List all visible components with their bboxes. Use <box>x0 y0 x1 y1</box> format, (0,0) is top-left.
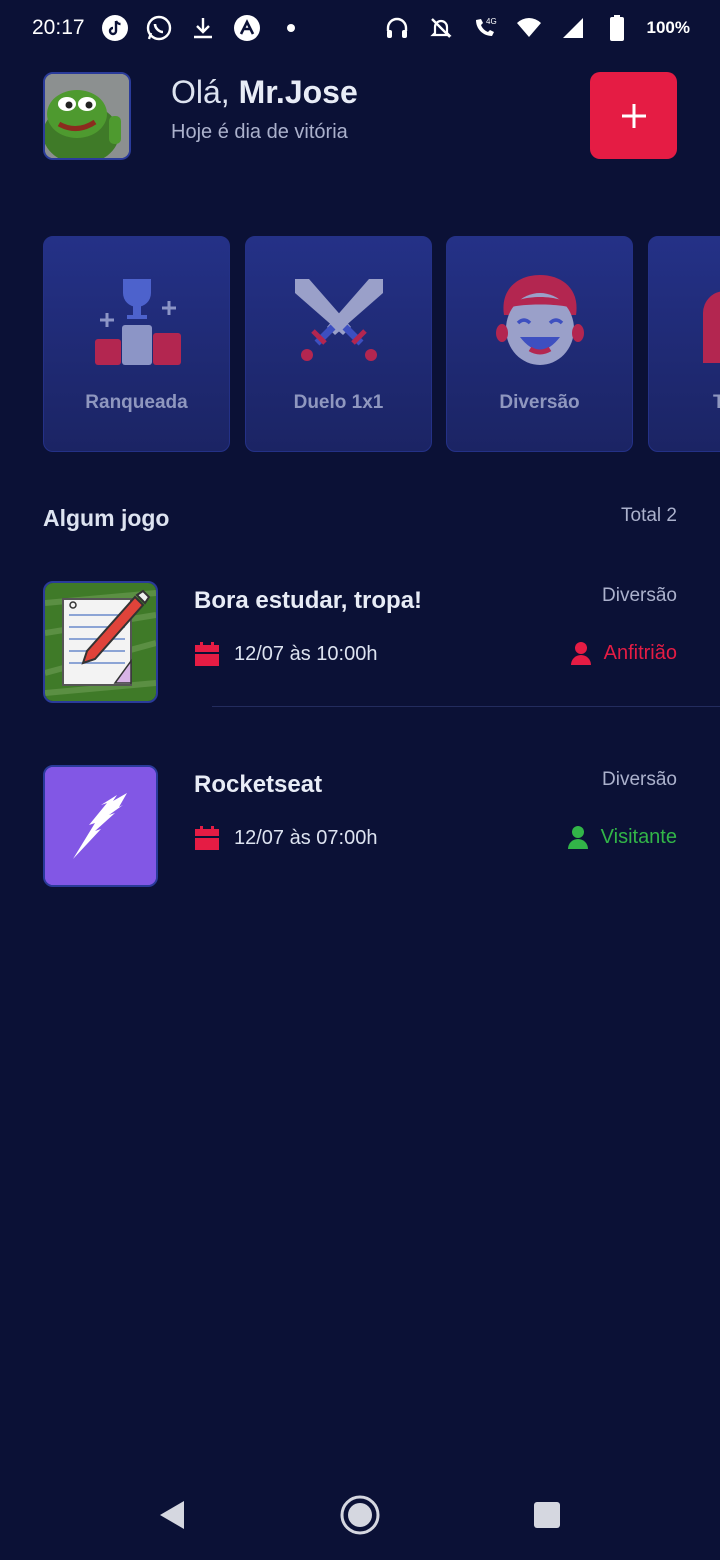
home-icon[interactable] <box>330 1485 390 1545</box>
game-date-text: 12/07 às 10:00h <box>234 642 378 665</box>
user-icon <box>570 642 591 665</box>
game-date: 12/07 às 10:00h <box>194 641 377 667</box>
category-duelo[interactable]: Duelo 1x1 <box>245 236 432 452</box>
status-time: 20:17 <box>32 16 85 39</box>
list-item[interactable]: Rocketseat Diversão 12/07 às 07:00h Visi… <box>43 765 677 887</box>
calendar-icon <box>195 826 219 850</box>
volte-icon: 4G <box>471 14 499 42</box>
category-label: T <box>713 392 720 413</box>
crossed-swords-icon <box>246 273 431 373</box>
category-ranqueada[interactable]: Ranqueada <box>43 236 230 452</box>
bell-off-icon <box>427 14 455 42</box>
game-category: Diversão <box>602 585 677 606</box>
battery-percent: 100% <box>646 18 690 37</box>
wifi-icon <box>515 14 543 42</box>
section-total: Total 2 <box>621 505 677 526</box>
game-title: Rocketseat <box>194 771 323 798</box>
greeting-subtitle: Hoje é dia de vitória <box>171 121 348 143</box>
plus-icon <box>621 103 646 128</box>
game-role-text: Anfitrião <box>603 641 677 664</box>
game-title: Bora estudar, tropa! <box>194 587 423 614</box>
svg-text:4G: 4G <box>486 17 497 26</box>
add-game-button[interactable] <box>590 72 677 159</box>
whatsapp-icon <box>145 14 173 42</box>
list-item[interactable]: Bora estudar, tropa! Diversão 12/07 às 1… <box>43 581 677 703</box>
download-icon <box>189 14 217 42</box>
game-date: 12/07 às 07:00h <box>194 825 377 851</box>
user-name: Mr.Jose <box>238 74 358 110</box>
category-carousel[interactable]: Ranqueada Duelo 1x1 Diversão T <box>43 236 720 452</box>
laughing-face-icon <box>447 273 632 373</box>
app-icon <box>233 14 261 42</box>
game-role: Anfitrião <box>570 641 677 665</box>
category-diversao[interactable]: Diversão <box>446 236 633 452</box>
category-label: Ranqueada <box>85 392 188 413</box>
category-label: Diversão <box>499 392 580 413</box>
user-icon <box>567 826 588 849</box>
greeting-prefix: Olá, <box>171 74 230 110</box>
calendar-icon <box>195 642 219 666</box>
game-role: Visitante <box>567 825 677 849</box>
game-thumbnail <box>43 581 158 703</box>
system-nav-bar <box>0 1470 720 1560</box>
signal-icon <box>559 14 587 42</box>
game-thumbnail <box>43 765 158 887</box>
back-icon[interactable] <box>143 1485 203 1545</box>
section-title: Algum jogo <box>43 505 170 531</box>
category-label: Duelo 1x1 <box>293 392 384 413</box>
battery-icon <box>603 14 631 42</box>
category-partial[interactable]: T <box>648 236 720 452</box>
greeting: Olá, Mr.Jose Hoje é dia de vitória <box>171 74 358 144</box>
game-date-text: 12/07 às 07:00h <box>234 826 378 849</box>
game-role-text: Visitante <box>600 825 677 848</box>
list-divider <box>212 706 720 707</box>
headset-icon <box>383 14 411 42</box>
recents-icon[interactable] <box>517 1485 577 1545</box>
podium-trophy-icon <box>44 273 229 373</box>
partial-card-icon <box>649 273 720 373</box>
status-bar: 20:17 4G 100% <box>0 0 720 56</box>
game-category: Diversão <box>602 769 677 790</box>
tiktok-icon <box>101 14 129 42</box>
greeting-line: Olá, Mr.Jose <box>171 74 358 111</box>
dot-icon <box>277 14 305 42</box>
avatar[interactable] <box>43 72 131 160</box>
